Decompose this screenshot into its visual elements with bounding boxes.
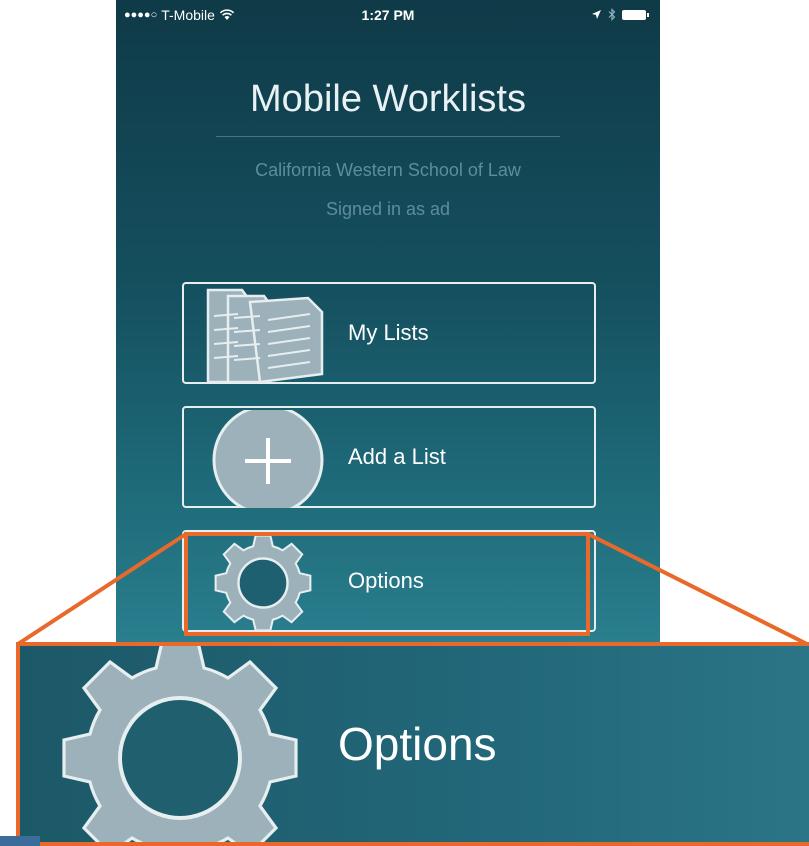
corner-decoration bbox=[0, 836, 40, 846]
options-label: Options bbox=[348, 568, 424, 593]
add-list-label: Add a List bbox=[348, 444, 446, 469]
gear-icon-large bbox=[62, 646, 298, 842]
title-divider bbox=[216, 136, 560, 137]
my-lists-label: My Lists bbox=[348, 320, 429, 345]
plus-circle-icon bbox=[212, 410, 324, 508]
status-bar: ●●●●○ T-Mobile 1:27 PM bbox=[116, 0, 660, 30]
options-button[interactable]: Options bbox=[182, 530, 596, 632]
status-time: 1:27 PM bbox=[361, 7, 415, 23]
documents-icon bbox=[206, 288, 324, 384]
options-zoom-panel: Options bbox=[16, 642, 809, 846]
school-name: California Western School of Law bbox=[255, 160, 521, 180]
gear-icon bbox=[214, 534, 312, 632]
signed-in-status: Signed in as ad bbox=[325, 199, 451, 219]
app-title: Mobile Worklists bbox=[250, 78, 526, 120]
bluetooth-icon bbox=[608, 8, 616, 21]
battery-icon bbox=[622, 9, 649, 20]
options-zoom-label: Options bbox=[338, 718, 497, 770]
phone-screen: ●●●●○ T-Mobile 1:27 PM Mobile Worklists … bbox=[116, 0, 660, 646]
status-indicators bbox=[591, 8, 649, 21]
screenshot-stage: ●●●●○ T-Mobile 1:27 PM Mobile Worklists … bbox=[0, 0, 809, 846]
add-list-button[interactable]: Add a List bbox=[182, 406, 596, 508]
location-arrow-icon bbox=[592, 10, 601, 19]
my-lists-button[interactable]: My Lists bbox=[182, 282, 596, 384]
